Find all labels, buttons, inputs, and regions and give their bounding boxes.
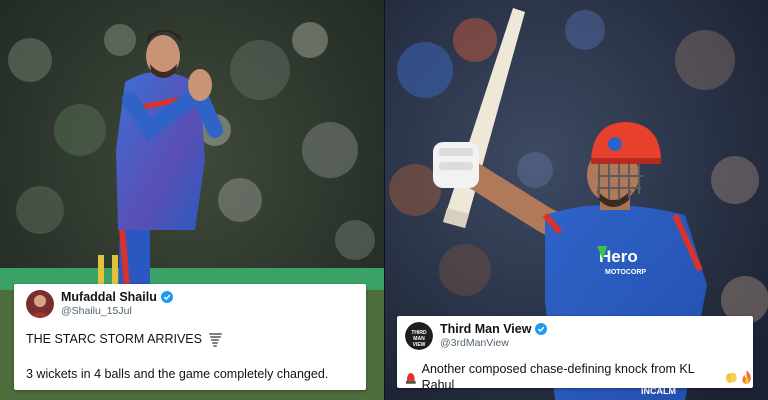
siren-emoji-icon [405, 372, 416, 384]
tornado-emoji-icon [209, 333, 223, 348]
tweet-text-line: Another composed chase-defining knock fr… [405, 361, 753, 393]
tweet-header: Mufaddal Shailu @Shailu_15Jul [26, 290, 173, 318]
author-name[interactable]: Mufaddal Shailu [61, 290, 157, 304]
jersey-sponsor-sub: MOTOCORP [605, 269, 646, 276]
tweet-card-rahul[interactable]: THIRD MAN VIEW Third Man View @3rdManVie… [397, 316, 753, 392]
svg-text:VIEW: VIEW [413, 342, 426, 348]
avatar[interactable] [26, 290, 54, 318]
tweet-text-line-2: 3 wickets in 4 balls and the game comple… [26, 367, 329, 381]
author-handle[interactable]: @3rdManView [440, 336, 547, 350]
batting-glove [433, 142, 479, 188]
verified-badge-icon [535, 323, 548, 335]
fire-emoji-icon [742, 370, 752, 384]
verified-badge-icon [160, 291, 173, 303]
tweet-card-starc[interactable]: Mufaddal Shailu @Shailu_15Jul THE STARC … [14, 284, 366, 390]
author-name[interactable]: Third Man View [440, 322, 531, 336]
avatar[interactable]: THIRD MAN VIEW [405, 322, 433, 350]
clapping-hands-emoji-icon [725, 372, 737, 383]
author-handle[interactable]: @Shailu_15Jul [61, 304, 173, 318]
tweet-text: Another composed chase-defining knock fr… [421, 362, 695, 392]
tweet-text-line-1: THE STARC STORM ARRIVES [26, 331, 223, 348]
tweet-header: THIRD MAN VIEW Third Man View @3rdManVie… [405, 322, 548, 350]
tweet-text: THE STARC STORM ARRIVES [26, 332, 202, 346]
